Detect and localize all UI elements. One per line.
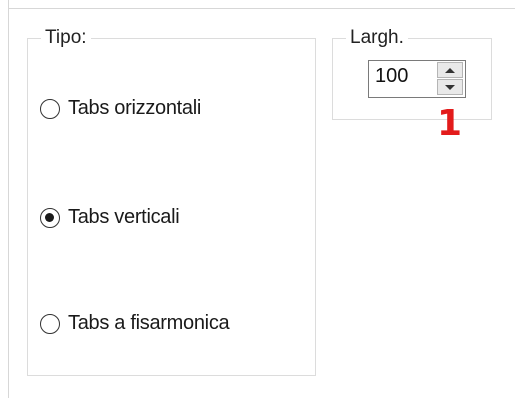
spin-down-button[interactable] (437, 79, 463, 95)
largh-legend: Largh. (346, 28, 408, 48)
arrow-down-icon (445, 84, 455, 90)
radio-label: Tabs a fisarmonica (68, 312, 230, 334)
panel-left-border (8, 0, 9, 398)
dialog-panel: Tipo: Tabs orizzontali Tabs verticali Ta… (0, 0, 515, 398)
annotation-marker: 1 (437, 103, 463, 144)
radio-tabs-orizzontali[interactable]: Tabs orizzontali (40, 97, 201, 120)
tipo-legend: Tipo: (41, 28, 91, 48)
radio-unchecked-icon[interactable] (40, 98, 60, 119)
width-spinbox[interactable] (368, 60, 466, 98)
radio-label: Tabs orizzontali (68, 97, 202, 119)
radio-label: Tabs verticali (68, 206, 180, 228)
spin-up-button[interactable] (437, 62, 463, 78)
radio-unchecked-icon[interactable] (40, 313, 60, 334)
panel-top-border (8, 8, 515, 9)
width-input[interactable] (375, 65, 433, 88)
radio-checked-icon[interactable] (40, 207, 60, 228)
radio-tabs-a-fisarmonica[interactable]: Tabs a fisarmonica (40, 312, 230, 335)
arrow-up-icon (445, 67, 455, 73)
radio-tabs-verticali[interactable]: Tabs verticali (40, 206, 180, 229)
